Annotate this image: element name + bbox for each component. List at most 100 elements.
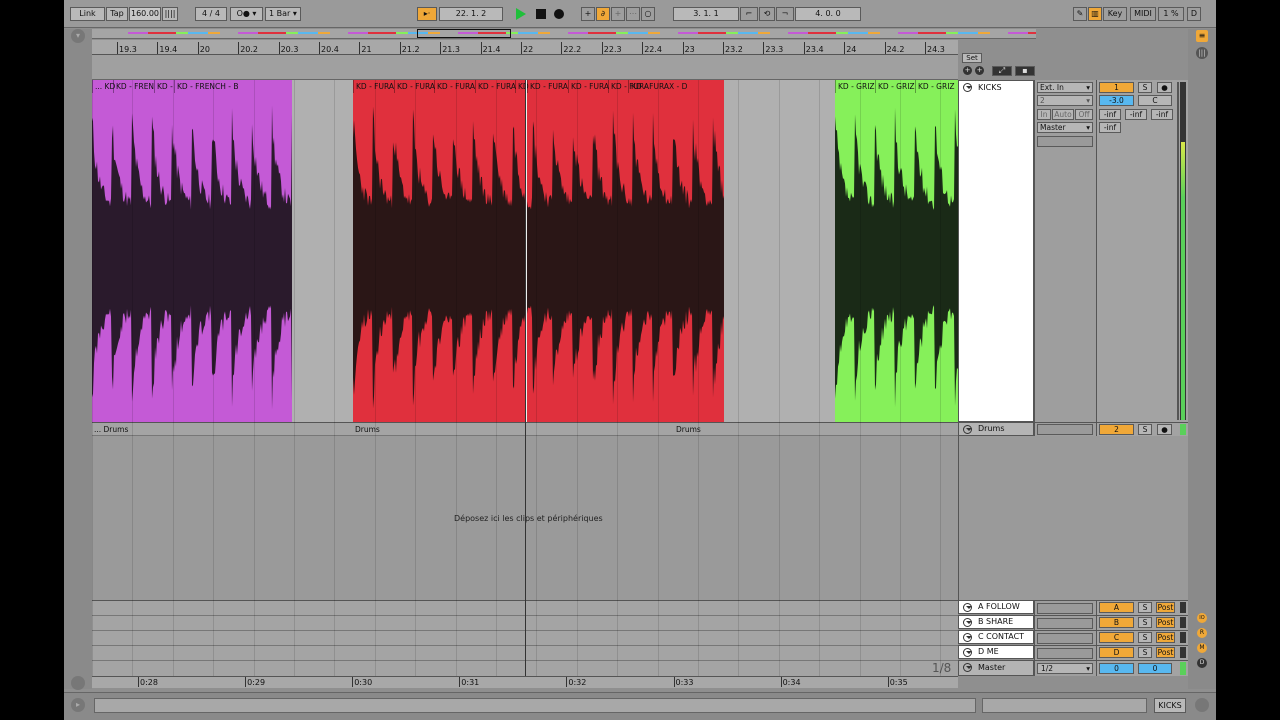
master-volume-b[interactable]: 0 — [1138, 663, 1172, 674]
next-locator-icon[interactable]: + — [975, 66, 984, 75]
return-activator[interactable]: A — [1099, 602, 1134, 613]
return-track-header[interactable]: D ME — [958, 645, 1034, 659]
clip-name[interactable]: KD - FURA — [394, 80, 435, 93]
clip-name[interactable]: ... KD — [92, 80, 115, 93]
drums-clip-label-2[interactable]: Drums — [355, 425, 380, 434]
send-d-value[interactable]: -inf — [1099, 122, 1121, 133]
arrangement-position-field[interactable]: 22. 1. 2 — [439, 7, 503, 21]
follow-button[interactable]: ▸· — [417, 7, 437, 21]
punch-in-icon[interactable]: ⌐ — [740, 7, 758, 21]
return-solo-button[interactable]: S — [1138, 647, 1152, 658]
clip-name[interactable]: KD - FURAX - D — [628, 80, 724, 93]
return-output-select[interactable] — [1037, 618, 1093, 629]
signature-field[interactable]: 4 / 4 — [195, 7, 227, 21]
key-map-button[interactable]: Key — [1103, 7, 1127, 21]
play-icon[interactable] — [516, 8, 526, 20]
status-left-icon[interactable]: ▸ — [71, 698, 85, 712]
solo-button-kicks[interactable]: S — [1138, 82, 1152, 93]
view-toggle-icon[interactable]: ▾ — [71, 29, 85, 43]
clip-name[interactable]: KD - GRIZ — [875, 80, 915, 93]
drums-output-select[interactable] — [1037, 424, 1093, 435]
drums-clip-label-1[interactable]: ... Drums — [94, 425, 128, 434]
drums-fold-icon[interactable] — [963, 425, 972, 434]
returns-toggle-icon[interactable]: R — [1197, 628, 1207, 638]
solo-button-drums[interactable]: S — [1138, 424, 1152, 435]
return-fold-icon[interactable] — [963, 633, 972, 642]
lock-icon[interactable]: ▪ — [1015, 66, 1035, 76]
return-fold-icon[interactable] — [963, 618, 972, 627]
arm-button-kicks[interactable]: ● — [1157, 82, 1172, 93]
volume-field[interactable]: -3.0 — [1099, 95, 1134, 106]
return-post-button[interactable]: Post — [1156, 647, 1175, 658]
output-select[interactable]: Master ▾ — [1037, 122, 1093, 133]
automation-arm-icon[interactable]: ∂ — [596, 7, 610, 21]
master-fold-icon[interactable] — [963, 663, 972, 672]
clip-group-purple[interactable]: ... KDKD - FREN KD - KD - FRENCH - B — [92, 80, 292, 422]
capture-midi-icon[interactable]: ⋯ — [626, 7, 640, 21]
clip-name[interactable]: KD - FURA — [568, 80, 609, 93]
clip-name[interactable]: KD - FURA — [353, 80, 394, 93]
session-record-icon[interactable]: ○ — [641, 7, 655, 21]
zoom-display[interactable]: 1/8 — [932, 661, 951, 675]
return-track-header[interactable]: B SHARE — [958, 615, 1034, 629]
stop-icon[interactable] — [536, 9, 546, 19]
clip-name[interactable]: KD - — [154, 80, 174, 93]
track-activator-2[interactable]: 2 — [1099, 424, 1134, 435]
link-button[interactable]: Link — [70, 7, 105, 21]
fold-icon[interactable] — [963, 83, 972, 92]
input-type-select[interactable]: Ext. In ▾ — [1037, 82, 1093, 93]
monitor-in-button[interactable]: In — [1037, 109, 1051, 120]
mixer-toggle-icon[interactable]: M — [1197, 643, 1207, 653]
io-toggle-icon[interactable]: IO — [1197, 613, 1207, 623]
status-right-icon[interactable] — [1195, 698, 1209, 712]
return-solo-button[interactable]: S — [1138, 602, 1152, 613]
keyboard-icon[interactable]: ▥ — [1088, 7, 1102, 21]
pan-field[interactable]: C — [1138, 95, 1172, 106]
return-solo-button[interactable]: S — [1138, 617, 1152, 628]
loop-start-field[interactable]: 3. 1. 1 — [673, 7, 739, 21]
return-activator[interactable]: B — [1099, 617, 1134, 628]
re-enable-automation-icon[interactable]: + — [611, 7, 625, 21]
record-icon[interactable] — [554, 9, 564, 19]
arm-button-drums[interactable]: ● — [1157, 424, 1172, 435]
clip-name[interactable]: KD - GRIZ — [915, 80, 958, 93]
monitor-auto-button[interactable]: Auto — [1052, 109, 1074, 120]
return-activator[interactable]: C — [1099, 632, 1134, 643]
clip-group-red[interactable]: KD - FURA KD - FURA KD - FURA KD - FURA KDKD… — [353, 80, 724, 422]
tempo-field[interactable]: 160.00 — [129, 7, 161, 21]
master-volume-a[interactable]: 0 — [1099, 663, 1134, 674]
overdub-icon[interactable]: + — [581, 7, 595, 21]
drums-track-header[interactable]: Drums — [958, 422, 1034, 436]
send-a-value[interactable]: -inf — [1099, 109, 1121, 120]
input-channel-select[interactable]: 2 ▾ — [1037, 95, 1093, 106]
tempo-nudge-icon[interactable]: |||| — [162, 7, 178, 21]
quantize-menu[interactable]: 1 Bar ▾ — [265, 7, 301, 21]
draw-mode-icon[interactable]: ✎ — [1073, 7, 1087, 21]
send-c-value[interactable]: -inf — [1151, 109, 1173, 120]
loop-length-field[interactable]: 4. 0. 0 — [795, 7, 861, 21]
time-ruler[interactable] — [92, 676, 958, 688]
return-fold-icon[interactable] — [963, 648, 972, 657]
punch-out-icon[interactable]: ¬ — [776, 7, 794, 21]
browser-toggle-icon[interactable]: ≡ — [1196, 30, 1208, 42]
overview-viewport[interactable] — [417, 29, 511, 38]
send-b-value[interactable]: -inf — [1125, 109, 1147, 120]
clip-name[interactable]: KD - FURA — [527, 80, 568, 93]
return-post-button[interactable]: Post — [1156, 632, 1175, 643]
add-locator-icon[interactable]: + — [963, 66, 972, 75]
return-output-select[interactable] — [1037, 648, 1093, 659]
clip-name[interactable]: KD - FURA — [475, 80, 516, 93]
clip-name[interactable]: KD - GRIZ — [835, 80, 875, 93]
track-activator-1[interactable]: 1 — [1099, 82, 1134, 93]
return-fold-icon[interactable] — [963, 603, 972, 612]
midi-map-button[interactable]: MIDI — [1130, 7, 1156, 21]
scroll-icon[interactable]: ||| — [1196, 47, 1208, 59]
tap-button[interactable]: Tap — [106, 7, 128, 21]
cue-select[interactable]: 1/2 ▾ — [1037, 663, 1093, 674]
clip-name[interactable]: KD - FURA — [434, 80, 475, 93]
return-track-header[interactable]: C CONTACT — [958, 630, 1034, 644]
return-activator[interactable]: D — [1099, 647, 1134, 658]
monitor-off-button[interactable]: Off — [1075, 109, 1093, 120]
arrangement-overview[interactable] — [92, 29, 1036, 39]
set-button[interactable]: Set — [962, 53, 982, 63]
